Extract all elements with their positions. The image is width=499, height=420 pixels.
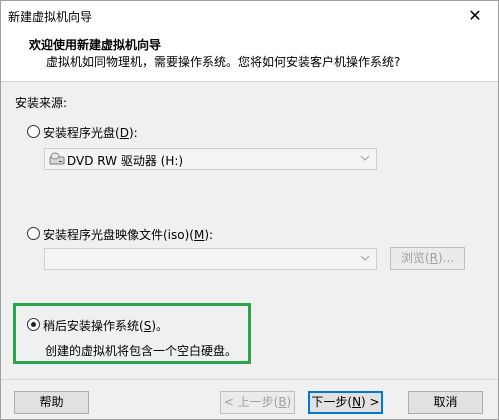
iso-path-combo[interactable]	[44, 248, 377, 270]
wizard-subtitle: 虚拟机如同物理机，需要操作系统。您将如何安装客户机操作系统?	[46, 55, 401, 69]
option-installer-disc-mnemonic: D	[119, 126, 129, 140]
back-button-mnemonic: B	[278, 395, 287, 409]
title-bar: 新建虚拟机向导 ✕	[1, 1, 498, 31]
footer-divider	[1, 379, 498, 380]
next-button-suffix: ) >	[361, 395, 380, 409]
cancel-button[interactable]: 取消	[408, 391, 483, 414]
option-iso-image-label[interactable]: 安装程序光盘映像文件(iso)(M):	[43, 226, 213, 243]
chevron-down-icon	[358, 251, 372, 267]
next-button[interactable]: 下一步(N) >	[308, 391, 383, 414]
radio-install-later[interactable]	[27, 318, 40, 331]
option-install-later-description: 创建的虚拟机将包含一个空白硬盘。	[45, 344, 238, 358]
window-title: 新建虚拟机向导	[8, 10, 93, 24]
disc-drive-icon	[49, 152, 65, 165]
option-installer-disc-label[interactable]: 安装程序光盘(D):	[43, 124, 138, 141]
browse-button-mnemonic: R	[429, 251, 438, 265]
next-button-mnemonic: N	[352, 395, 362, 409]
option-install-later-suffix: )。	[151, 319, 168, 333]
close-icon[interactable]: ✕	[452, 1, 498, 31]
option-iso-image-mnemonic: M	[193, 228, 205, 242]
option-installer-disc-text: 安装程序光盘(	[43, 126, 120, 140]
browse-button-text: 浏览(	[400, 251, 430, 265]
back-button-suffix: )	[286, 395, 292, 409]
wizard-title: 欢迎使用新建虚拟机向导	[29, 38, 162, 52]
option-installer-disc-suffix: ):	[128, 126, 138, 140]
chevron-down-icon	[358, 151, 372, 167]
back-button-text: < 上一步(	[223, 395, 279, 409]
next-button-text: 下一步(	[311, 395, 353, 409]
new-vm-wizard-window: 新建虚拟机向导 ✕ 欢迎使用新建虚拟机向导 虚拟机如同物理机，需要操作系统。您将…	[0, 0, 499, 420]
radio-installer-disc[interactable]	[27, 125, 40, 138]
wizard-header: 欢迎使用新建虚拟机向导 虚拟机如同物理机，需要操作系统。您将如何安装客户机操作系…	[1, 31, 498, 82]
browse-button-suffix: )...	[437, 251, 455, 265]
option-install-later-label[interactable]: 稍后安装操作系统(S)。	[43, 317, 168, 334]
radio-iso-image[interactable]	[27, 227, 40, 240]
option-iso-image-suffix: ):	[204, 228, 214, 242]
browse-button[interactable]: 浏览(R)...	[390, 247, 465, 270]
option-install-later-text: 稍后安装操作系统(	[43, 319, 144, 333]
install-source-label: 安装来源:	[15, 96, 68, 110]
disc-drive-select[interactable]: DVD RW 驱动器 (H:)	[44, 148, 377, 170]
disc-drive-value: DVD RW 驱动器 (H:)	[67, 154, 184, 168]
option-iso-image-text: 安装程序光盘映像文件(iso)(	[43, 228, 194, 242]
back-button[interactable]: < 上一步(B)	[220, 391, 295, 414]
help-button[interactable]: 帮助	[14, 391, 89, 414]
